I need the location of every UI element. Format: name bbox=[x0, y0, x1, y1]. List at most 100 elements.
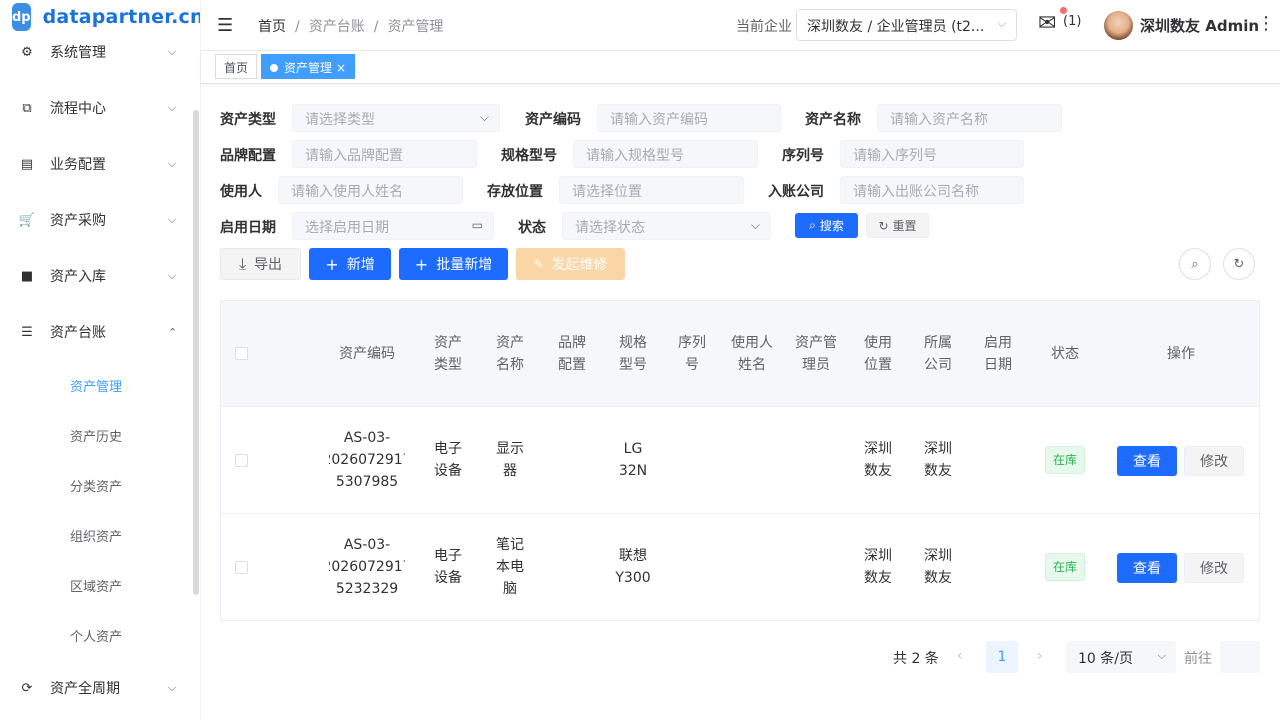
asset-name-input[interactable]: 请输入资产名称 bbox=[877, 104, 1062, 132]
sidebar-subitem-region-assets[interactable]: 区域资产 bbox=[0, 565, 196, 605]
mail-icon[interactable]: ✉ bbox=[1038, 11, 1056, 36]
sidebar-item-label: 资产采购 bbox=[50, 213, 106, 229]
row-select-cell bbox=[221, 514, 261, 620]
logo[interactable]: dp datapartner.cn bbox=[0, 0, 200, 34]
col-header: 使用位置 bbox=[864, 334, 892, 373]
sidebar-subitem-personal-assets[interactable]: 个人资产 bbox=[0, 615, 196, 655]
search-button[interactable]: ⌕ 搜索 bbox=[795, 213, 858, 238]
brand-label: 品牌配置 bbox=[220, 148, 276, 164]
user-label: 使用人 bbox=[220, 184, 262, 200]
brand-input[interactable]: 请输入品牌配置 bbox=[292, 140, 477, 168]
sidebar-item-label: 系统管理 bbox=[50, 45, 106, 61]
start-date-picker[interactable]: 选择启用日期 ▭ bbox=[292, 212, 494, 240]
company-input[interactable]: 请输入出账公司名称 bbox=[840, 176, 1024, 204]
col-header: 资产管理员 bbox=[795, 334, 837, 373]
plus-icon: + bbox=[414, 254, 429, 274]
menu-toggle-icon[interactable]: ☰ bbox=[217, 15, 233, 36]
breadcrumb: 首页 / 资产台账 / 资产管理 bbox=[258, 19, 444, 35]
spec-label: 规格型号 bbox=[501, 148, 557, 164]
add-label: 新增 bbox=[346, 257, 375, 273]
breadcrumb-current: 资产管理 bbox=[387, 19, 444, 35]
spec-placeholder: 请输入规格型号 bbox=[586, 148, 684, 164]
close-icon[interactable]: × bbox=[336, 61, 346, 75]
spec-input[interactable]: 请输入规格型号 bbox=[573, 140, 758, 168]
sidebar-scrollbar[interactable] bbox=[193, 110, 199, 595]
sidebar-item-flow[interactable]: ⧉ 流程中心 ⌵ bbox=[0, 88, 196, 128]
gear-icon: ⚙ bbox=[21, 44, 33, 60]
serial-label: 序列号 bbox=[782, 148, 824, 164]
location-placeholder: 请选择位置 bbox=[572, 184, 642, 200]
view-button[interactable]: 查看 bbox=[1117, 446, 1177, 476]
col-header: 使用人姓名 bbox=[731, 334, 773, 373]
reset-button[interactable]: ↻ 重置 bbox=[866, 213, 929, 238]
calendar-icon: ▭ bbox=[471, 218, 483, 232]
col-header: 规格型号 bbox=[619, 334, 647, 373]
sidebar-item-storage[interactable]: ■ 资产入库 ⌵ bbox=[0, 256, 196, 296]
view-button[interactable]: 查看 bbox=[1117, 553, 1177, 583]
prev-page-icon[interactable]: ‹ bbox=[957, 648, 963, 664]
export-label: 导出 bbox=[254, 257, 283, 273]
sidebar-item-business-config[interactable]: ▤ 业务配置 ⌵ bbox=[0, 144, 196, 184]
asset-name-label: 资产名称 bbox=[805, 112, 861, 128]
serial-input[interactable]: 请输入序列号 bbox=[840, 140, 1024, 168]
cell-company: 深圳数友 bbox=[924, 441, 952, 479]
row-checkbox[interactable] bbox=[234, 453, 248, 467]
breadcrumb-ledger[interactable]: 资产台账 bbox=[309, 19, 365, 35]
user-name[interactable]: 深圳数友 Admin bbox=[1140, 15, 1259, 36]
user-input[interactable]: 请输入使用人姓名 bbox=[278, 176, 463, 204]
cell-location: 深圳数友 bbox=[864, 548, 892, 586]
edit-button[interactable]: 修改 bbox=[1184, 446, 1244, 476]
table-row: AS-03-2026072917 5232329 电子设备 笔记本电脑 联想Y3… bbox=[221, 514, 1259, 621]
cycle-icon: ⟳ bbox=[21, 680, 33, 696]
batch-add-button[interactable]: + 批量新增 bbox=[399, 248, 508, 280]
sidebar-subitem-asset-management[interactable]: 资产管理 bbox=[0, 365, 196, 405]
avatar[interactable] bbox=[1104, 11, 1133, 40]
add-button[interactable]: + 新增 bbox=[309, 248, 391, 280]
enterprise-select[interactable]: 深圳数友 / 企业管理员 (t2... ⌵ bbox=[796, 9, 1017, 41]
sidebar-subitem-org-assets[interactable]: 组织资产 bbox=[0, 515, 196, 555]
select-all-checkbox[interactable] bbox=[234, 347, 248, 360]
sidebar-item-lifecycle[interactable]: ⟳ 资产全周期 ⌵ bbox=[0, 668, 196, 708]
export-button[interactable]: ⤓ 导出 bbox=[220, 248, 301, 280]
refresh-icon[interactable]: ↻ bbox=[1223, 248, 1255, 280]
asset-type-select[interactable]: 请选择类型 ⌵ bbox=[292, 104, 500, 132]
sidebar-subitem-label: 资产管理 bbox=[70, 379, 123, 395]
cell-date bbox=[983, 407, 1013, 513]
row-checkbox[interactable] bbox=[234, 560, 248, 574]
active-dot-icon bbox=[270, 64, 278, 72]
tag-home[interactable]: 首页 bbox=[215, 54, 258, 79]
location-select[interactable]: 请选择位置 bbox=[559, 176, 744, 204]
sidebar-subitem-category-assets[interactable]: 分类资产 bbox=[0, 465, 196, 505]
page-number-current[interactable]: 1 bbox=[986, 641, 1018, 673]
breadcrumb-home[interactable]: 首页 bbox=[258, 19, 286, 35]
user-placeholder: 请输入使用人姓名 bbox=[291, 184, 403, 200]
flow-icon: ⧉ bbox=[22, 100, 32, 116]
sidebar-item-procurement[interactable]: 🛒 资产采购 ⌵ bbox=[0, 200, 196, 240]
search-toggle-icon[interactable]: ⌕ bbox=[1179, 248, 1211, 280]
download-icon: ⤓ bbox=[238, 254, 247, 273]
tag-asset-management[interactable]: 资产管理 × bbox=[261, 54, 356, 79]
asset-code-input[interactable]: 请输入资产编码 bbox=[597, 104, 781, 132]
refresh-icon: ↻ bbox=[878, 218, 889, 233]
cell-brand bbox=[557, 514, 587, 620]
header: ☰ 首页 / 资产台账 / 资产管理 当前企业 深圳数友 / 企业管理员 (t2... … bbox=[201, 0, 1280, 51]
col-header: 状态 bbox=[1051, 345, 1079, 362]
sidebar-item-ledger[interactable]: ☰ 资产台账 ⌃ bbox=[0, 312, 196, 352]
page-size-select[interactable]: 10 条/页 ⌵ bbox=[1066, 641, 1176, 673]
more-vertical-icon[interactable]: ⋮ bbox=[1257, 13, 1275, 34]
enterprise-label: 当前企业 bbox=[736, 19, 792, 35]
goto-page-input[interactable] bbox=[1220, 641, 1260, 673]
sidebar-subitem-asset-history[interactable]: 资产历史 bbox=[0, 415, 196, 455]
sidebar-item-system[interactable]: ⚙ 系统管理 ⌵ bbox=[0, 32, 196, 72]
cell-status: 在库 bbox=[1031, 407, 1099, 513]
repair-button[interactable]: ✎ 发起维修 bbox=[516, 248, 625, 280]
chevron-down-icon: ⌵ bbox=[750, 218, 760, 232]
asset-table: 资产编码 资产类型 资产名称 品牌配置 规格型号 序列号 使用人姓名 资产管理员… bbox=[220, 300, 1260, 621]
next-page-icon[interactable]: › bbox=[1037, 648, 1043, 664]
edit-button[interactable]: 修改 bbox=[1184, 553, 1244, 583]
col-header: 资产类型 bbox=[434, 334, 462, 373]
col-header: 资产名称 bbox=[496, 334, 524, 373]
company-label: 入账公司 bbox=[768, 184, 824, 200]
status-select[interactable]: 请选择状态 ⌵ bbox=[562, 212, 771, 240]
sidebar-subitem-label: 组织资产 bbox=[70, 529, 123, 545]
